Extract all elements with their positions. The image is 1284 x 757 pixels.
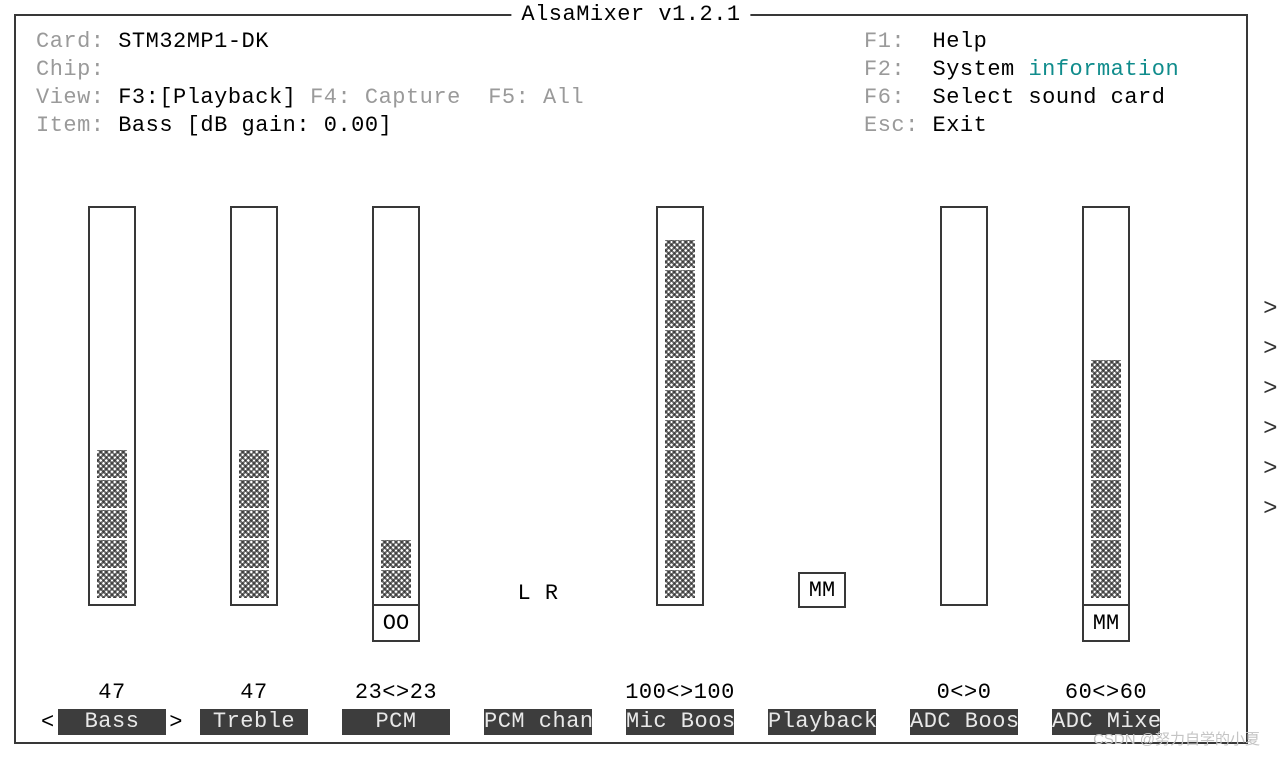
f2-text-a[interactable]: System xyxy=(933,57,1029,82)
volume-segment xyxy=(97,480,127,508)
header: Card: STM32MP1-DK Chip: View: F3:[Playba… xyxy=(16,28,1246,140)
view-f5[interactable]: F5: All xyxy=(488,85,584,110)
volume-value: 23<>23 xyxy=(355,680,437,705)
volume-segment xyxy=(665,480,695,508)
volume-value: 100<>100 xyxy=(625,680,735,705)
item-label: Item: xyxy=(36,113,105,138)
watermark: CSDN @努力自学的小夏 xyxy=(1093,728,1260,749)
volume-segment xyxy=(97,540,127,568)
volume-segment xyxy=(665,450,695,478)
volume-segment xyxy=(1091,450,1121,478)
volume-segment xyxy=(239,540,269,568)
volume-segment xyxy=(239,450,269,478)
esc-text[interactable]: Exit xyxy=(933,113,988,138)
channel-treble[interactable]: 47Treble xyxy=(189,206,319,606)
main-box: AlsaMixer v1.2.1 Card: STM32MP1-DK Chip:… xyxy=(14,14,1248,744)
volume-segment xyxy=(1091,480,1121,508)
app-title: AlsaMixer v1.2.1 xyxy=(511,2,750,27)
channel-name[interactable]: ADC Boos xyxy=(910,709,1018,735)
volume-value: 47 xyxy=(98,680,125,705)
channel-name[interactable]: Bass xyxy=(58,709,166,735)
volume-segment xyxy=(1091,420,1121,448)
volume-segment xyxy=(239,510,269,538)
volume-segment xyxy=(665,270,695,298)
scroll-arrow-icon: > xyxy=(1263,450,1278,490)
scroll-arrow-icon: > xyxy=(1263,410,1278,450)
f1-key: F1: xyxy=(864,29,905,54)
volume-segment xyxy=(665,570,695,598)
chip-label: Chip: xyxy=(36,57,105,82)
channel-name[interactable]: PCM xyxy=(342,709,450,735)
scroll-arrow-icon: > xyxy=(1263,330,1278,370)
f6-text[interactable]: Select sound card xyxy=(933,85,1166,110)
f2-text-b[interactable]: information xyxy=(1028,57,1179,82)
volume-bar[interactable] xyxy=(88,206,136,606)
mute-box[interactable]: MM xyxy=(798,572,846,608)
volume-bar[interactable] xyxy=(372,206,420,606)
scroll-arrow-icon: > xyxy=(1263,290,1278,330)
volume-segment xyxy=(381,570,411,598)
scroll-arrow-icon: > xyxy=(1263,370,1278,410)
scroll-indicator[interactable]: >>>>>> xyxy=(1263,290,1278,530)
channel-name[interactable]: Playback xyxy=(768,709,876,735)
f1-text[interactable]: Help xyxy=(933,29,988,54)
channel-pcm[interactable]: OO23<>23PCM xyxy=(331,206,461,642)
volume-segment xyxy=(239,480,269,508)
volume-segment xyxy=(1091,360,1121,388)
f6-key: F6: xyxy=(864,85,905,110)
header-right: F1: Help F2: System information F6: Sele… xyxy=(864,28,1179,140)
mute-box[interactable]: OO xyxy=(372,606,420,642)
channel-adc-mixe[interactable]: MM60<>60ADC Mixe xyxy=(1041,206,1171,642)
volume-segment xyxy=(239,570,269,598)
volume-segment xyxy=(1091,390,1121,418)
volume-segment xyxy=(97,570,127,598)
scroll-arrow-icon: > xyxy=(1263,490,1278,530)
channel-bass[interactable]: 47Bass<> xyxy=(47,206,177,606)
volume-segment xyxy=(1091,540,1121,568)
volume-segment xyxy=(665,510,695,538)
channel-name[interactable]: PCM chan xyxy=(484,709,592,735)
card-value: STM32MP1-DK xyxy=(118,29,269,54)
mute-box[interactable]: MM xyxy=(1082,606,1130,642)
volume-value: 0<>0 xyxy=(937,680,992,705)
volume-segment xyxy=(665,330,695,358)
selection-arrow-left: < xyxy=(41,710,55,735)
channel-name[interactable]: Mic Boos xyxy=(626,709,734,735)
volume-segment xyxy=(665,240,695,268)
lr-label: L R xyxy=(517,581,558,606)
volume-segment xyxy=(665,420,695,448)
selection-arrow-right: > xyxy=(169,710,183,735)
volume-value: 60<>60 xyxy=(1065,680,1147,705)
esc-key: Esc: xyxy=(864,113,919,138)
volume-value: 47 xyxy=(240,680,267,705)
volume-segment xyxy=(665,390,695,418)
item-value: Bass [dB gain: 0.00] xyxy=(118,113,392,138)
volume-bar[interactable] xyxy=(656,206,704,606)
volume-bar[interactable] xyxy=(1082,206,1130,606)
volume-segment xyxy=(1091,510,1121,538)
volume-segment xyxy=(665,540,695,568)
mixer-area: 47Bass<>47TrebleOO23<>23PCML RPCM chan10… xyxy=(16,206,1246,736)
view-label: View: xyxy=(36,85,105,110)
volume-bar[interactable] xyxy=(230,206,278,606)
volume-segment xyxy=(381,540,411,568)
card-label: Card: xyxy=(36,29,105,54)
channel-adc-boos[interactable]: 0<>0ADC Boos xyxy=(899,206,1029,606)
channel-mic-boos[interactable]: 100<>100Mic Boos xyxy=(615,206,745,606)
volume-segment xyxy=(665,360,695,388)
volume-segment xyxy=(665,300,695,328)
channel-name[interactable]: Treble xyxy=(200,709,308,735)
volume-bar[interactable] xyxy=(940,206,988,606)
view-f3[interactable]: F3:[Playback] xyxy=(118,85,296,110)
f2-key: F2: xyxy=(864,57,905,82)
volume-segment xyxy=(97,450,127,478)
header-left: Card: STM32MP1-DK Chip: View: F3:[Playba… xyxy=(16,28,584,140)
view-f4[interactable]: F4: Capture xyxy=(310,85,461,110)
volume-segment xyxy=(97,510,127,538)
volume-segment xyxy=(1091,570,1121,598)
